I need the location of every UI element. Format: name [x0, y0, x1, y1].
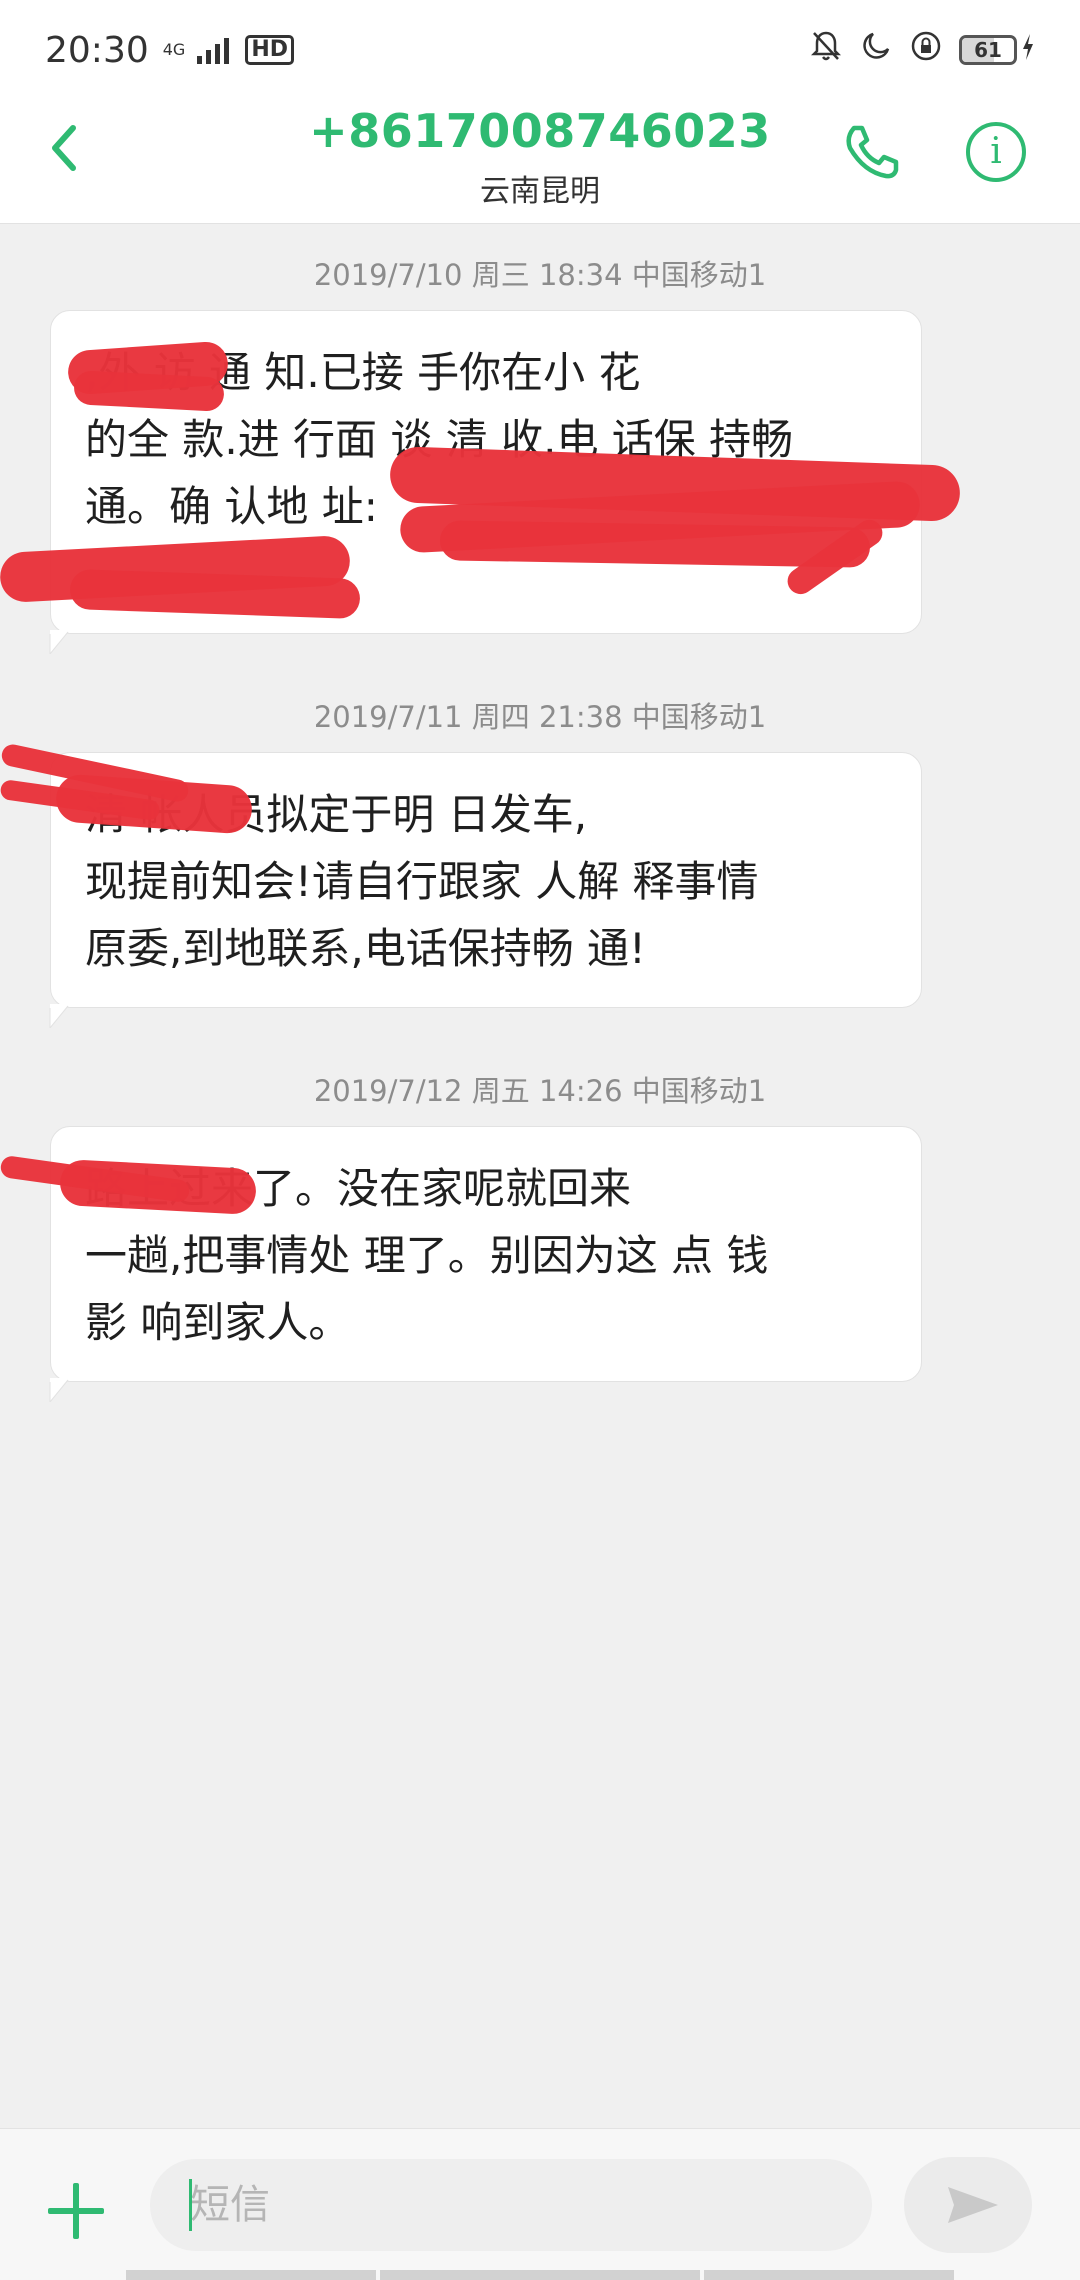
- status-right: 61: [809, 30, 1035, 70]
- lock-rotation-icon: [909, 30, 943, 70]
- moon-icon: [859, 31, 893, 69]
- message-timestamp: 2019/7/10 周三 18:34 中国移动1: [313, 258, 767, 292]
- info-icon: i: [990, 131, 1002, 172]
- send-icon: [948, 2187, 998, 2223]
- message-line: 一趟,把事情处 理了。别因为这 点 钱: [85, 1231, 769, 1280]
- nav-hint-left: [126, 2270, 376, 2280]
- message-timestamp: 2019/7/12 周五 14:26 中国移动1: [313, 1074, 767, 1108]
- charging-icon: [1021, 33, 1035, 68]
- call-button[interactable]: [840, 120, 904, 184]
- message-line: 原委,到地联系,电话保持畅 通!: [85, 924, 646, 973]
- battery-icon: 61: [959, 33, 1035, 68]
- info-button[interactable]: i: [966, 122, 1026, 182]
- status-left: 20:30 4G HD: [45, 29, 295, 71]
- status-bar: 20:30 4G HD 61: [0, 0, 1080, 100]
- contact-location: 云南昆明: [480, 174, 600, 209]
- bubble-tail: [49, 1004, 70, 1028]
- message-line: 影 响到家人。: [85, 1298, 351, 1347]
- battery-body: 61: [959, 35, 1017, 65]
- bubble-tail: [49, 630, 70, 654]
- conversation-header: +8617008746023 云南昆明 i: [0, 100, 1080, 224]
- status-time: 20:30: [45, 29, 149, 71]
- message-line: 现提前知会!请自行跟家 人解 释事情: [85, 857, 759, 906]
- send-button[interactable]: [904, 2157, 1032, 2253]
- add-attachment-button[interactable]: [46, 2181, 106, 2241]
- hd-icon: HD: [245, 35, 295, 65]
- bell-off-icon: [809, 30, 843, 70]
- message-timestamp: 2019/7/11 周四 21:38 中国移动1: [313, 700, 767, 734]
- signal-icon: [197, 36, 230, 64]
- battery-level: 61: [974, 38, 1002, 62]
- message-input[interactable]: [150, 2159, 872, 2251]
- contact-phone-number: +8617008746023: [309, 104, 771, 158]
- phone-icon: [846, 125, 899, 179]
- network-type: 4G: [162, 40, 186, 59]
- bubble-tail: [49, 1378, 70, 1402]
- message-composer: [0, 2128, 1080, 2280]
- text-caret: [189, 2179, 192, 2231]
- nav-hint-right: [704, 2270, 954, 2280]
- nav-hint-center: [380, 2270, 700, 2280]
